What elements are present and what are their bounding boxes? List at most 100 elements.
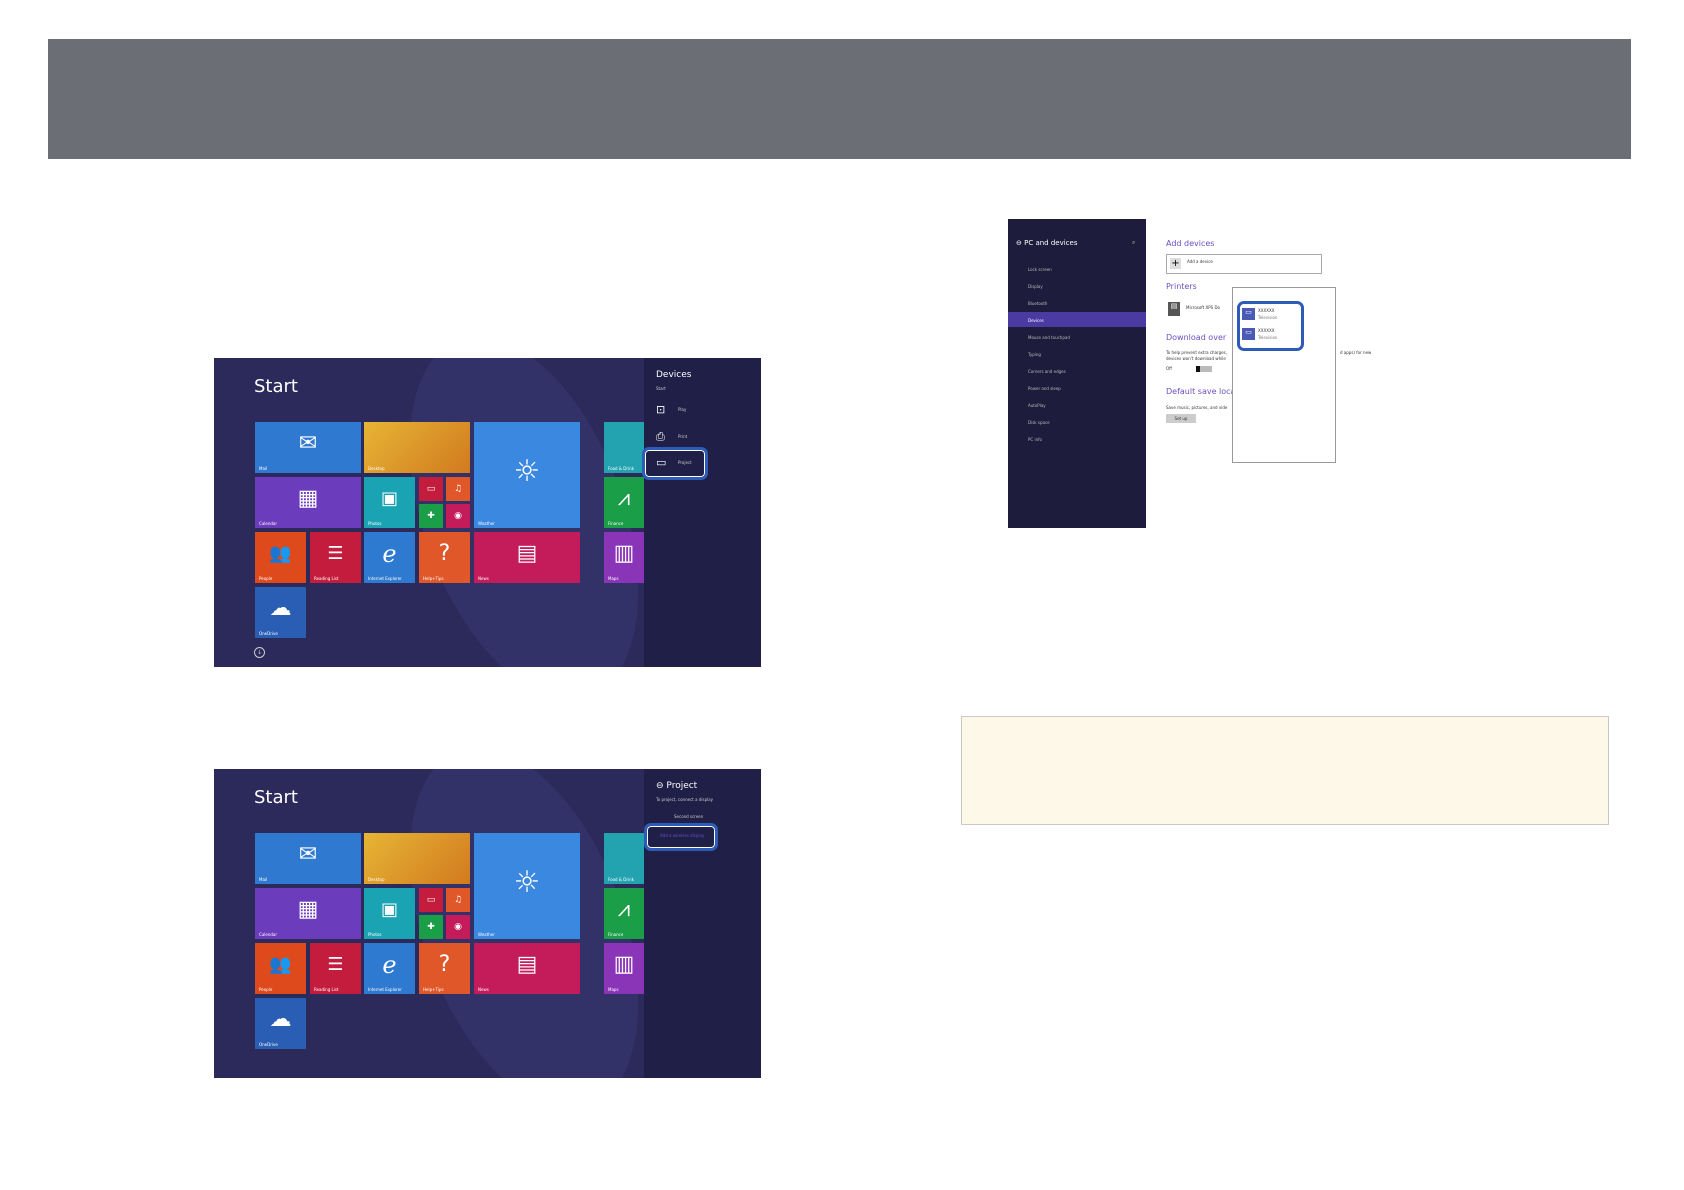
- video-icon: ▭: [426, 484, 436, 494]
- charm-project-panel: ⊖ Project To project, connect a display …: [644, 769, 761, 1078]
- tile-games[interactable]: ✚: [419, 915, 443, 939]
- headphones-icon: ♫: [453, 895, 463, 905]
- setup-button[interactable]: Set up: [1166, 414, 1196, 423]
- sidebar-item-mouse[interactable]: Mouse and touchpad: [1028, 335, 1070, 340]
- tile-onedrive[interactable]: ☁ OneDrive: [255, 998, 306, 1049]
- printer-name[interactable]: Microsoft XPS Do: [1186, 305, 1220, 310]
- sidebar-item-power[interactable]: Power and sleep: [1028, 386, 1061, 391]
- tile-desktop[interactable]: Desktop: [364, 833, 470, 884]
- tile-people[interactable]: 👥 People: [255, 943, 306, 994]
- tile-food[interactable]: Food & Drink: [604, 833, 644, 884]
- tile-ie[interactable]: e Internet Explorer: [364, 532, 415, 583]
- tile-help[interactable]: ? Help+Tips: [419, 943, 470, 994]
- charm-item-print[interactable]: Print: [678, 434, 687, 439]
- tile-news[interactable]: ▤ News: [474, 943, 580, 994]
- tile-mail[interactable]: ✉ Mail: [255, 833, 361, 884]
- cloud-icon: ☁: [269, 1007, 292, 1032]
- charm-title: ⊖ Project: [656, 781, 698, 791]
- tile-calendar[interactable]: ▦ Calendar: [255, 888, 361, 939]
- news-icon: ▤: [516, 952, 538, 977]
- sun-icon: ☼: [513, 453, 541, 489]
- download-text-2: devices won't download while: [1166, 356, 1226, 361]
- photo-icon: ▣: [380, 899, 398, 920]
- photo-icon: ▣: [380, 488, 398, 509]
- tile-food[interactable]: Food & Drink: [604, 422, 644, 473]
- camera-icon: ◉: [454, 922, 462, 932]
- tile-music[interactable]: ♫: [446, 888, 470, 912]
- tile-video[interactable]: ▭: [419, 888, 443, 912]
- sidebar-item-corners[interactable]: Corners and edges: [1028, 369, 1066, 374]
- back-arrow-icon[interactable]: ⊖: [1016, 239, 1022, 247]
- tile-weather[interactable]: ☼ Weather: [474, 833, 580, 939]
- device-name[interactable]: XXXXXX: [1258, 308, 1274, 313]
- gamepad-icon: ✚: [427, 511, 435, 521]
- highlight-add-wireless-display: [644, 823, 718, 851]
- tile-finance[interactable]: ⩘ Finance: [604, 477, 644, 528]
- mail-icon: ✉: [298, 842, 318, 867]
- tile-calendar[interactable]: ▦ Calendar: [255, 477, 361, 528]
- sidebar-item-typing[interactable]: Typing: [1028, 352, 1041, 357]
- tile-ie[interactable]: e Internet Explorer: [364, 943, 415, 994]
- tile-news[interactable]: ▤ News: [474, 532, 580, 583]
- search-icon[interactable]: ⌕: [1132, 239, 1135, 247]
- tile-onedrive[interactable]: ☁ OneDrive: [255, 587, 306, 638]
- download-toggle[interactable]: [1196, 366, 1212, 372]
- device-name[interactable]: XXXXXX: [1258, 328, 1274, 333]
- sidebar-item-display[interactable]: Display: [1028, 284, 1043, 289]
- headphones-icon: ♫: [453, 484, 463, 494]
- all-apps-arrow-icon[interactable]: ↓: [254, 647, 265, 658]
- plus-icon: +: [1170, 258, 1181, 269]
- play-icon[interactable]: ⊡: [656, 403, 665, 416]
- tile-mail[interactable]: ✉ Mail: [255, 422, 361, 473]
- tile-games[interactable]: ✚: [419, 504, 443, 528]
- sidebar-item-bluetooth[interactable]: Bluetooth: [1028, 301, 1047, 306]
- tile-finance[interactable]: ⩘ Finance: [604, 888, 644, 939]
- add-device-button[interactable]: + Add a device: [1166, 254, 1322, 274]
- sidebar-item-disk-space[interactable]: Disk space: [1028, 420, 1050, 425]
- tile-maps[interactable]: ▥ Maps: [604, 943, 644, 994]
- pc-devices-sidebar: ⊖ PC and devices ⌕ Lock screen Display B…: [1008, 219, 1146, 528]
- tile-camera[interactable]: ◉: [446, 504, 470, 528]
- tile-people[interactable]: 👥 People: [255, 532, 306, 583]
- charm-item-play[interactable]: Play: [678, 407, 686, 412]
- map-icon: ▥: [613, 952, 635, 977]
- sidebar-item-lock-screen[interactable]: Lock screen: [1028, 267, 1052, 272]
- charm-item-second-screen[interactable]: Second screen: [674, 814, 703, 819]
- start-screen-project: Start ✉ Mail Desktop ☼ Weather Food & Drin…: [214, 769, 761, 1078]
- save-text: Save music, pictures, and vide: [1166, 405, 1228, 410]
- highlight-project: [642, 447, 708, 480]
- sidebar-item-pc-info[interactable]: PC info: [1028, 437, 1042, 442]
- tile-photos[interactable]: ▣ Photos: [364, 888, 415, 939]
- toggle-label: Off: [1166, 366, 1172, 371]
- tile-reading-list[interactable]: ☰ Reading List: [310, 532, 361, 583]
- note-box: [961, 716, 1609, 825]
- sidebar-item-devices[interactable]: Devices: [1028, 318, 1044, 323]
- tile-reading-list[interactable]: ☰ Reading List: [310, 943, 361, 994]
- tile-desktop[interactable]: Desktop: [364, 422, 470, 473]
- device-type: Television: [1258, 335, 1278, 340]
- pc-devices-screen: ⊖ PC and devices ⌕ Lock screen Display B…: [1008, 219, 1400, 528]
- tile-music[interactable]: ♫: [446, 477, 470, 501]
- back-arrow-icon[interactable]: ⊖: [656, 781, 664, 791]
- tile-weather[interactable]: ☼ Weather: [474, 422, 580, 528]
- camera-icon: ◉: [454, 511, 462, 521]
- help-icon: ?: [438, 952, 451, 977]
- download-heading: Download over: [1166, 333, 1227, 342]
- add-devices-heading: Add devices: [1166, 239, 1215, 248]
- people-icon: 👥: [269, 543, 292, 564]
- tile-help[interactable]: ? Help+Tips: [419, 532, 470, 583]
- printer-icon: ▤: [1168, 302, 1180, 316]
- tile-video[interactable]: ▭: [419, 477, 443, 501]
- list-icon: ☰: [327, 954, 344, 975]
- tile-photos[interactable]: ▣ Photos: [364, 477, 415, 528]
- ie-icon: e: [382, 539, 397, 568]
- ie-icon: e: [382, 950, 397, 979]
- calendar-icon: ▦: [297, 486, 319, 511]
- sidebar-item-autoplay[interactable]: AutoPlay: [1028, 403, 1046, 408]
- list-icon: ☰: [327, 543, 344, 564]
- tile-maps[interactable]: ▥ Maps: [604, 532, 644, 583]
- help-icon: ?: [438, 541, 451, 566]
- printer-icon[interactable]: ⎙: [656, 430, 665, 444]
- chart-icon: ⩘: [617, 486, 631, 511]
- tile-camera[interactable]: ◉: [446, 915, 470, 939]
